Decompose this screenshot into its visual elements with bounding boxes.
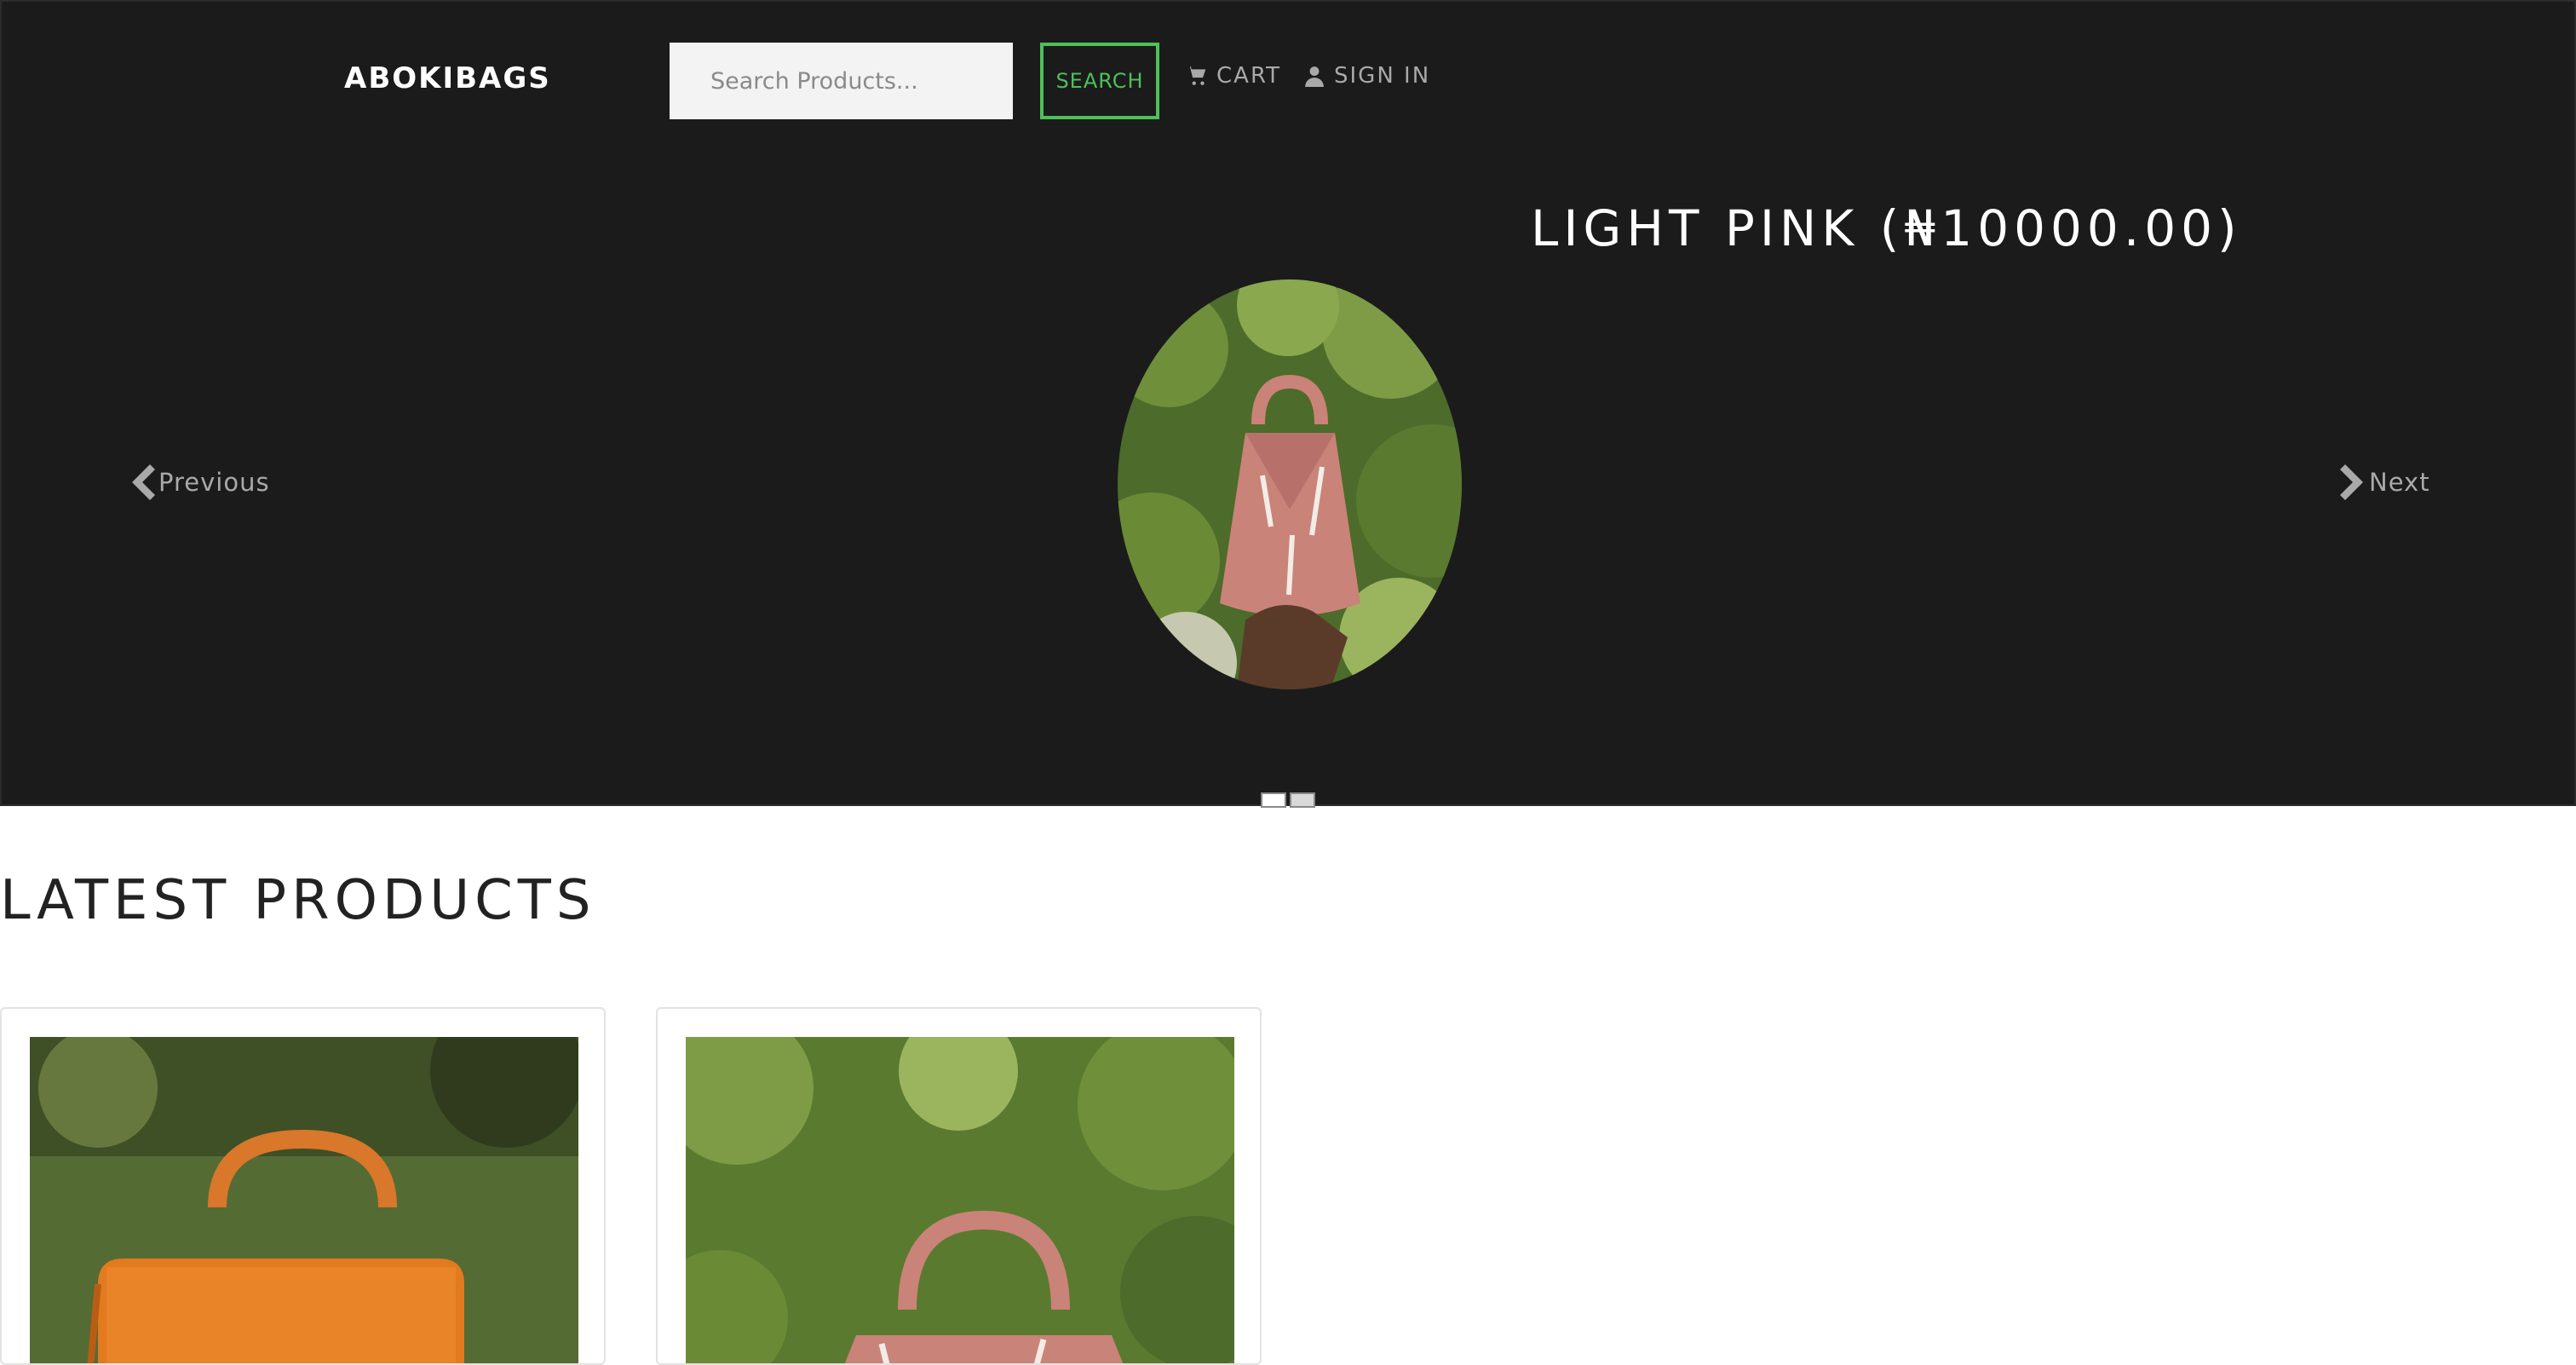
carousel-previous-label: Previous (158, 468, 270, 497)
chevron-right-icon (2340, 464, 2363, 500)
search-button[interactable]: SEARCH (1040, 43, 1159, 119)
latest-products-title: LATEST PRODUCTS (0, 869, 596, 932)
carousel-next-label: Next (2369, 468, 2430, 497)
brand-logo[interactable]: ABOKIBAGS (344, 61, 551, 95)
user-icon (1305, 66, 1324, 87)
nav-signin-label: SIGN IN (1334, 63, 1431, 89)
carousel-indicator[interactable] (1261, 792, 1286, 808)
nav-cart-link[interactable]: CART (1186, 63, 1281, 89)
carousel-previous[interactable]: Previous (129, 464, 270, 500)
chevron-left-icon (132, 464, 155, 500)
search-input[interactable] (670, 43, 1013, 119)
nav-signin-link[interactable]: SIGN IN (1303, 63, 1430, 89)
product-card[interactable] (0, 1007, 606, 1365)
slide-product-image[interactable] (1118, 279, 1462, 689)
cart-icon (1187, 66, 1206, 85)
hero-carousel: ABOKIBAGS SEARCH CART SIGN IN LIGHT PINK… (0, 0, 2576, 808)
product-card[interactable] (656, 1007, 1262, 1365)
carousel-indicators (1261, 792, 1315, 808)
product-image[interactable] (686, 1037, 1234, 1363)
carousel-next[interactable]: Next (2340, 464, 2430, 500)
carousel-indicator[interactable] (1290, 792, 1315, 808)
product-image[interactable] (30, 1037, 578, 1363)
nav-cart-label: CART (1216, 63, 1281, 89)
slide-title[interactable]: LIGHT PINK (₦10000.00) (1531, 199, 2242, 257)
